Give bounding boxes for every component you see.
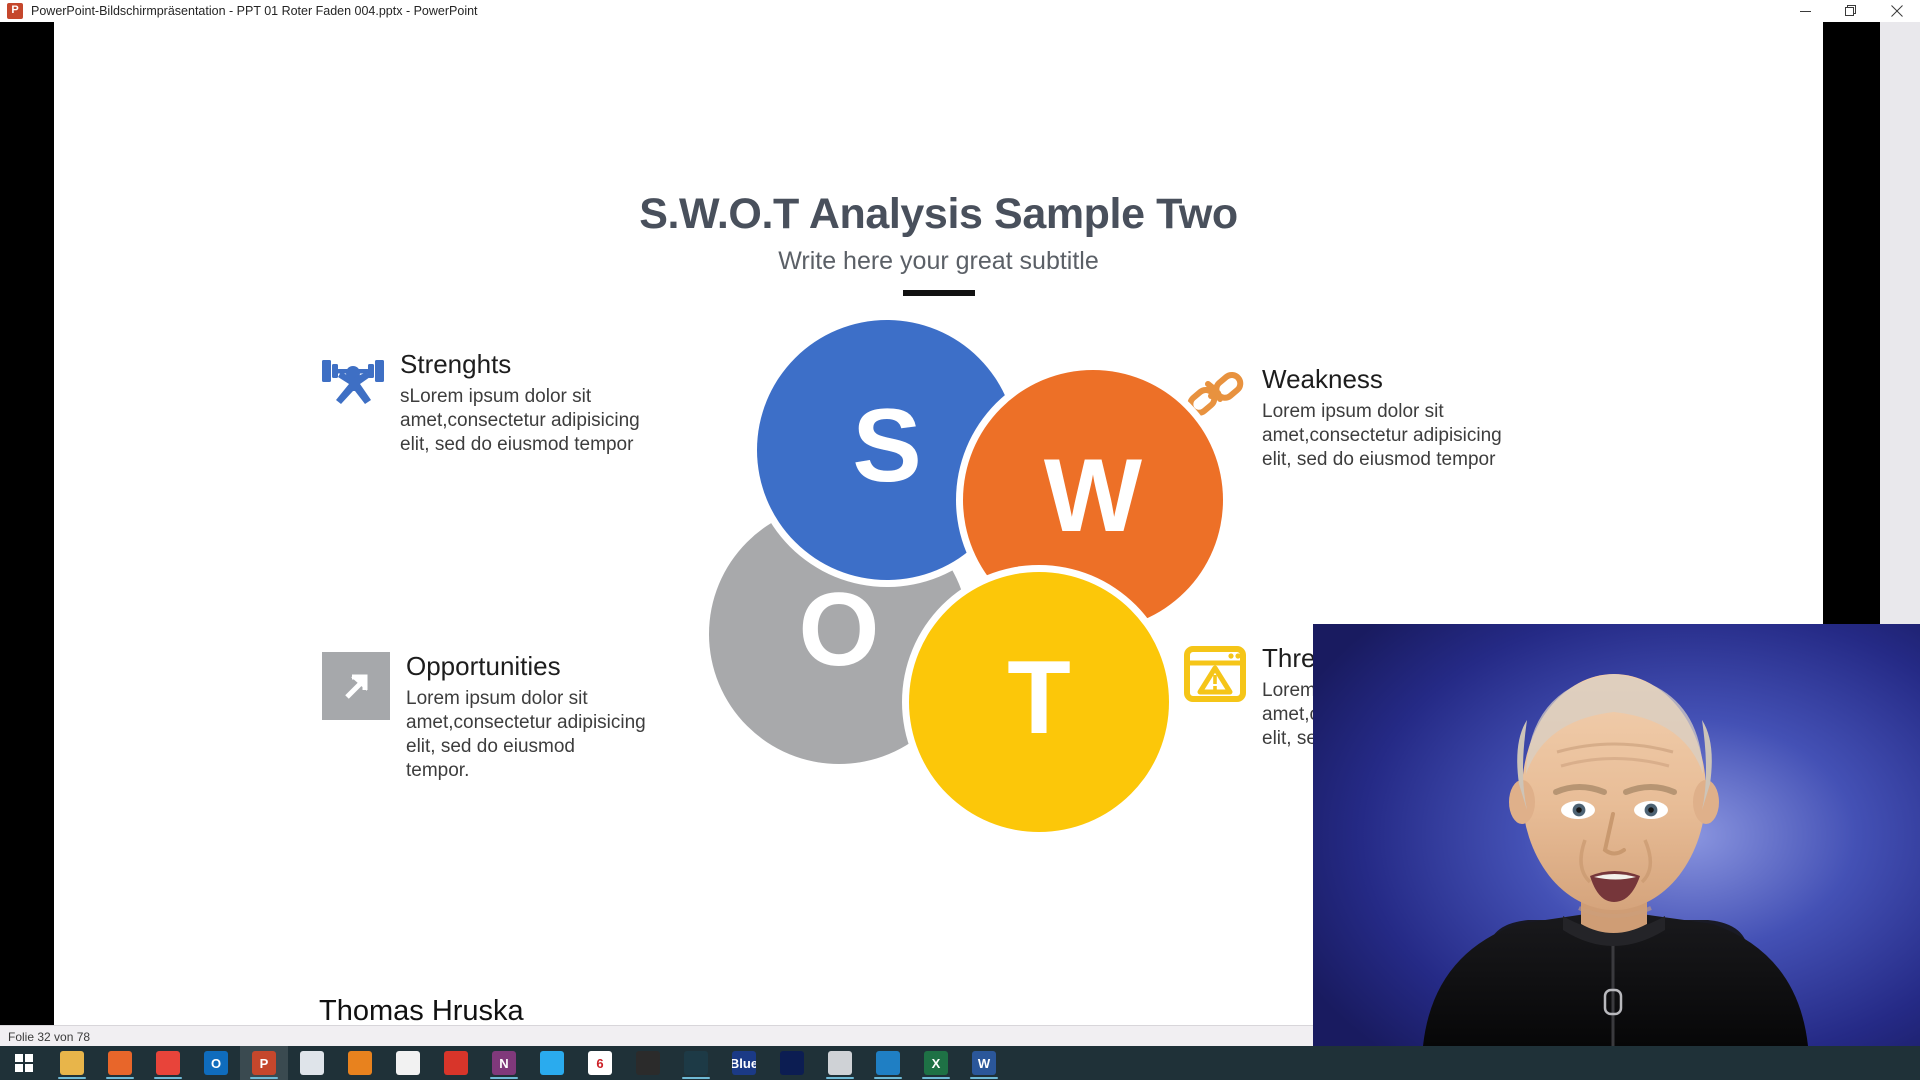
taskbar-running-indicator xyxy=(250,1077,278,1079)
taskbar-running-indicator xyxy=(154,1077,182,1079)
minimize-button[interactable] xyxy=(1782,0,1828,22)
taskbar-running-indicator xyxy=(490,1077,518,1079)
swot-letter-s: S xyxy=(852,387,922,504)
camtasia-icon-glyph: 6 xyxy=(588,1051,612,1075)
bluejeans-icon-glyph: Blue xyxy=(732,1051,756,1075)
arrow-up-right-icon xyxy=(322,652,390,783)
opportunities-body-line: tempor. xyxy=(406,759,470,781)
video-editor-icon-glyph xyxy=(780,1051,804,1075)
weakness-text: Weakness Lorem ipsum dolor sit amet,cons… xyxy=(1262,365,1537,472)
swot-circle-diagram: S W O T xyxy=(709,312,1229,832)
strengths-body-line: amet,consectetur adipisicing xyxy=(400,409,640,431)
telegram-icon[interactable] xyxy=(528,1046,576,1080)
swot-letter-o: O xyxy=(798,571,880,688)
slide-counter: Folie 32 von 78 xyxy=(8,1029,91,1044)
photos-icon-glyph xyxy=(396,1051,420,1075)
vlc-icon-glyph xyxy=(348,1051,372,1075)
taskbar-app-list: O P N 6 Blue X W xyxy=(48,1046,1008,1080)
taskbar-running-indicator xyxy=(970,1077,998,1079)
screen-recorder-icon-glyph xyxy=(684,1051,708,1075)
taskbar-running-indicator xyxy=(826,1077,854,1079)
onenote-icon[interactable]: N xyxy=(480,1046,528,1080)
slide-footer-name: Thomas Hruska xyxy=(319,995,524,1027)
strengths-body-line: sLorem ipsum dolor sit xyxy=(400,385,592,407)
file-explorer-icon-glyph xyxy=(60,1051,84,1075)
outlook-icon-glyph: O xyxy=(204,1051,228,1075)
slide-title: S.W.O.T Analysis Sample Two xyxy=(639,190,1238,238)
windows-start-icon[interactable] xyxy=(0,1046,48,1080)
presenter-figure xyxy=(1313,624,1920,1046)
swot-circle-threats: T xyxy=(909,572,1169,832)
presenter-webcam-video[interactable] xyxy=(1313,624,1920,1046)
weightlifter-icon xyxy=(322,350,384,457)
excel-icon-glyph: X xyxy=(924,1051,948,1075)
video-editor-icon[interactable] xyxy=(768,1046,816,1080)
screen-recorder-icon[interactable] xyxy=(672,1046,720,1080)
vlc-icon[interactable] xyxy=(336,1046,384,1080)
opportunities-text: Opportunities Lorem ipsum dolor sit amet… xyxy=(406,652,676,783)
file-explorer-icon[interactable] xyxy=(48,1046,96,1080)
strengths-body-line: elit, sed do eiusmod tempor xyxy=(400,433,634,455)
opportunities-body-line: amet,consectetur adipisicing xyxy=(406,711,646,733)
edge-icon[interactable] xyxy=(864,1046,912,1080)
lips-app-icon-glyph xyxy=(444,1051,468,1075)
opportunities-heading: Opportunities xyxy=(406,651,561,681)
windows-taskbar[interactable]: O P N 6 Blue X W xyxy=(0,1046,1920,1080)
taskbar-running-indicator xyxy=(682,1077,710,1079)
taskbar-running-indicator xyxy=(874,1077,902,1079)
strengths-text: Strenghts sLorem ipsum dolor sit amet,co… xyxy=(400,350,675,457)
swot-letter-w: W xyxy=(1043,437,1143,554)
powerpoint-icon xyxy=(7,2,23,19)
opportunities-body-line: elit, sed do eiusmod xyxy=(406,735,575,757)
snipping-tool-icon-glyph xyxy=(300,1051,324,1075)
lips-app-icon[interactable] xyxy=(432,1046,480,1080)
slide-subtitle: Write here your great subtitle xyxy=(778,247,1099,275)
powerpoint-icon-glyph: P xyxy=(252,1051,276,1075)
quadrant-weakness: Weakness Lorem ipsum dolor sit amet,cons… xyxy=(1184,365,1524,472)
screen: PowerPoint-Bildschirmpräsentation - PPT … xyxy=(0,0,1920,1080)
irfanview-icon-glyph xyxy=(828,1051,852,1075)
powerpoint-icon[interactable]: P xyxy=(240,1046,288,1080)
telegram-icon-glyph xyxy=(540,1051,564,1075)
close-button[interactable] xyxy=(1874,0,1920,22)
photos-icon[interactable] xyxy=(384,1046,432,1080)
quadrant-opportunities: Opportunities Lorem ipsum dolor sit amet… xyxy=(322,652,662,783)
taskbar-running-indicator xyxy=(58,1077,86,1079)
word-icon[interactable]: W xyxy=(960,1046,1008,1080)
window-controls xyxy=(1782,0,1920,22)
opportunities-body-line: Lorem ipsum dolor sit xyxy=(406,687,588,709)
onenote-icon-glyph: N xyxy=(492,1051,516,1075)
obs-studio-icon-glyph xyxy=(636,1051,660,1075)
bluejeans-icon[interactable]: Blue xyxy=(720,1046,768,1080)
chrome-icon-glyph xyxy=(156,1051,180,1075)
restore-button[interactable] xyxy=(1828,0,1874,22)
swot-letter-t: T xyxy=(1007,639,1071,756)
camtasia-icon[interactable]: 6 xyxy=(576,1046,624,1080)
chrome-icon[interactable] xyxy=(144,1046,192,1080)
taskbar-running-indicator xyxy=(922,1077,950,1079)
weakness-body-line: elit, sed do eiusmod tempor xyxy=(1262,448,1496,470)
window-title: PowerPoint-Bildschirmpräsentation - PPT … xyxy=(31,4,478,18)
title-underline-rule xyxy=(902,290,975,296)
outlook-icon[interactable]: O xyxy=(192,1046,240,1080)
strengths-body: sLorem ipsum dolor sit amet,consectetur … xyxy=(400,385,675,457)
weakness-body: Lorem ipsum dolor sit amet,consectetur a… xyxy=(1262,400,1537,472)
weakness-body-line: amet,consectetur adipisicing xyxy=(1262,424,1502,446)
taskbar-running-indicator xyxy=(106,1077,134,1079)
quadrant-strengths: Strenghts sLorem ipsum dolor sit amet,co… xyxy=(322,350,662,457)
word-icon-glyph: W xyxy=(972,1051,996,1075)
opportunities-body: Lorem ipsum dolor sit amet,consectetur a… xyxy=(406,687,676,784)
obs-studio-icon[interactable] xyxy=(624,1046,672,1080)
warning-window-icon xyxy=(1184,644,1246,751)
window-title-bar: PowerPoint-Bildschirmpräsentation - PPT … xyxy=(0,0,1920,23)
firefox-icon[interactable] xyxy=(96,1046,144,1080)
snipping-tool-icon[interactable] xyxy=(288,1046,336,1080)
strengths-heading: Strenghts xyxy=(400,349,512,379)
weakness-body-line: Lorem ipsum dolor sit xyxy=(1262,400,1444,422)
edge-icon-glyph xyxy=(876,1051,900,1075)
excel-icon[interactable]: X xyxy=(912,1046,960,1080)
firefox-icon-glyph xyxy=(108,1051,132,1075)
irfanview-icon[interactable] xyxy=(816,1046,864,1080)
weakness-heading: Weakness xyxy=(1262,364,1383,394)
